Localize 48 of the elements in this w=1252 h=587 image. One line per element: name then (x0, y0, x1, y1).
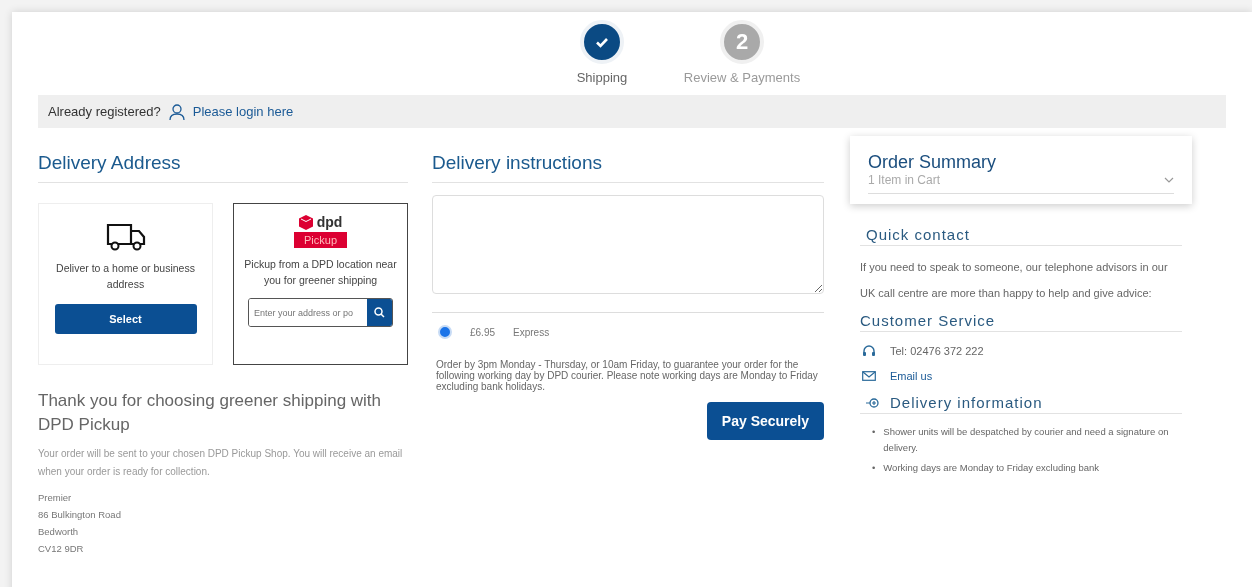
address-search-field[interactable]: Enter your address or po (248, 298, 393, 327)
contact-text: If you need to speak to someone, our telephone advisors in our UK call centre are more than happy to help and give advice: (860, 260, 1169, 301)
shipping-name: Express (513, 326, 550, 338)
logo-text: dpd (316, 214, 343, 230)
option-text: Pickup from a DPD location near you for greener shipping (243, 257, 398, 288)
delivery-option-card[interactable]: dpd Pickup Pickup from a DPD location near you for greener shipping Enter your address or po (233, 203, 408, 365)
option-text: Deliver to a home or business address (55, 261, 196, 292)
bullet: • (872, 425, 876, 439)
thanks-text: Your order will be sent to your chosen DPD Pickup Shop. You will receive an email when your order is ready for collection. (38, 447, 404, 479)
mail-icon (862, 371, 876, 381)
section-title: Delivery information (890, 394, 1043, 411)
section-title: Customer Service (860, 312, 1182, 332)
search-button[interactable] (367, 299, 392, 326)
address-line: Bedworth (38, 525, 80, 539)
delivery-note: Order by 3pm Monday - Thursday, or 10am Friday, to guarantee your order for the following working day by DPD courier. Please note working days are Monday to Friday excluding bank holidays. (435, 359, 819, 392)
delivery-option-card[interactable]: Deliver to a home or business address Select (38, 203, 213, 365)
thanks-title: Thank you for choosing greener shipping with DPD Pickup (38, 390, 383, 436)
cube-icon (298, 214, 313, 230)
address-line: Premier (38, 491, 73, 505)
info-item: Working days are Monday to Friday excluding bank (883, 461, 1100, 475)
phone-number: Tel: 02476 372 222 (890, 345, 984, 357)
pay-button[interactable]: Pay Securely (706, 402, 824, 440)
truck-icon (105, 222, 146, 252)
headset-icon (862, 344, 876, 358)
address-line: CV12 9DR (38, 542, 85, 556)
radio-button[interactable] (438, 325, 452, 339)
instructions-field[interactable] (432, 195, 824, 294)
chevron-icon[interactable] (1164, 177, 1174, 183)
search-icon (374, 307, 385, 318)
address-line: 86 Bulkington Road (38, 508, 122, 522)
info-item: Shower units will be despatched by courier and need a signature on delivery. (883, 425, 1170, 455)
select-button[interactable]: Select (54, 304, 197, 334)
section-title: Quick contact (860, 226, 1182, 246)
user-icon (168, 103, 185, 120)
shipping-price: £6.95 (470, 326, 496, 338)
step-number: 2 (720, 20, 764, 64)
email-link[interactable]: Email us (890, 370, 933, 382)
cart-count: 1 Item in Cart (868, 173, 941, 187)
login-link[interactable]: Please login here (192, 104, 294, 119)
section-title: Delivery Address (38, 152, 408, 183)
step-label: Review & Payments (683, 70, 801, 85)
step-label: Shipping (576, 70, 628, 85)
section-title: Delivery instructions (432, 152, 824, 183)
delivery-icon (866, 396, 880, 409)
login-prompt: Already registered? (48, 104, 161, 119)
bullet: • (872, 461, 876, 475)
pickup-badge: Pickup (294, 232, 347, 248)
summary-title: Order Summary (868, 152, 998, 173)
